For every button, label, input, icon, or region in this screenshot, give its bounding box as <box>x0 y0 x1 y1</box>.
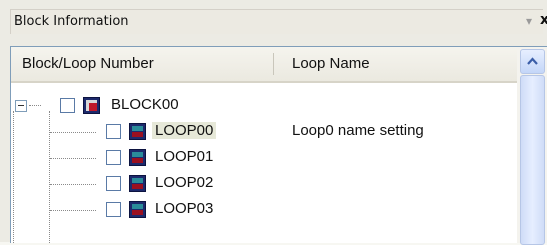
block-information-panel: Block Information ▾ x Block/Loop Number … <box>0 0 547 245</box>
loop-label[interactable]: LOOP02 <box>155 174 213 191</box>
loop-checkbox[interactable] <box>106 176 121 191</box>
panel-title: Block Information <box>14 14 129 29</box>
scroll-thumb[interactable] <box>520 75 545 245</box>
vertical-scrollbar[interactable] <box>517 47 547 245</box>
loop-icon <box>129 175 146 192</box>
scroll-up-button[interactable] <box>520 49 545 74</box>
tree-row-loop[interactable]: LOOP00 Loop0 name setting <box>11 119 517 145</box>
tree-row-loop[interactable]: LOOP01 <box>11 145 517 171</box>
loop-checkbox[interactable] <box>106 124 121 139</box>
tree-row-block[interactable]: BLOCK00 <box>11 93 517 119</box>
loop-icon <box>129 123 146 140</box>
loop-label[interactable]: LOOP00 <box>152 122 217 139</box>
block-icon <box>83 97 100 114</box>
pin-down-icon[interactable]: ▾ <box>526 14 532 28</box>
column-separator[interactable] <box>273 53 274 75</box>
loop-name-value[interactable]: Loop0 name setting <box>292 122 424 139</box>
close-icon[interactable]: x <box>540 12 547 28</box>
loop-checkbox[interactable] <box>106 150 121 165</box>
tree-connector <box>50 210 96 212</box>
chevron-up-icon <box>527 57 538 65</box>
tree-row-loop[interactable]: LOOP03 <box>11 197 517 223</box>
panel-titlebar: Block Information ▾ x <box>10 9 547 34</box>
block-label[interactable]: BLOCK00 <box>111 96 179 113</box>
loop-label[interactable]: LOOP03 <box>155 200 213 217</box>
tree-row-loop[interactable]: LOOP02 <box>11 171 517 197</box>
tree-connector <box>50 158 96 160</box>
loop-checkbox[interactable] <box>106 202 121 217</box>
tree-list-view: Block/Loop Number Loop Name BLOCK00 LOOP… <box>10 46 547 245</box>
tree-connector <box>50 132 96 134</box>
tree-connector <box>50 184 96 186</box>
collapse-expander-icon[interactable] <box>15 100 27 112</box>
column-header-loop-name[interactable]: Loop Name <box>292 55 370 72</box>
block-checkbox[interactable] <box>60 98 75 113</box>
loop-label[interactable]: LOOP01 <box>155 148 213 165</box>
loop-icon <box>129 149 146 166</box>
column-header-block-loop-number[interactable]: Block/Loop Number <box>22 55 154 72</box>
column-header: Block/Loop Number Loop Name <box>11 47 517 83</box>
loop-icon <box>129 201 146 218</box>
